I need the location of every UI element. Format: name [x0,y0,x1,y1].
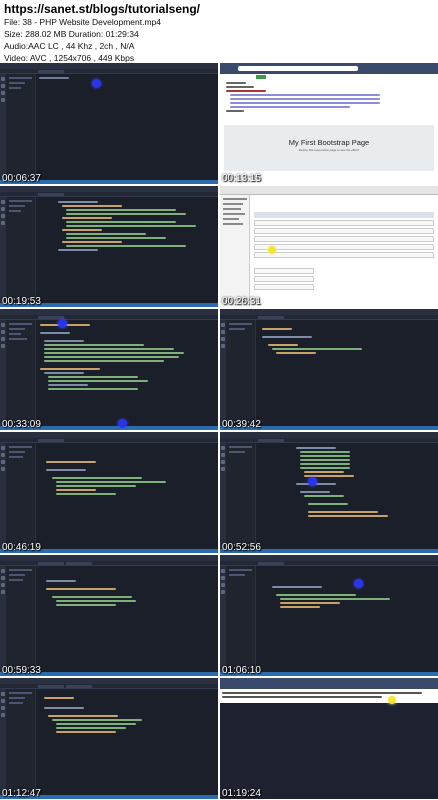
code-editor [36,197,218,303]
thumbnail-12: 01:19:24 [220,678,438,799]
thumbnail-8: 00:52:56 [220,432,438,553]
code-editor [36,74,218,180]
code-editor [36,689,218,795]
timestamp: 00:06:37 [2,173,41,184]
code-editor [256,443,438,549]
source-view [224,79,434,125]
timestamp: 00:39:42 [222,419,261,430]
file-explorer [226,320,256,430]
mouse-cursor-icon [58,319,67,328]
file-explorer [6,566,36,676]
file-explorer [226,443,256,553]
timestamp: 00:59:33 [2,665,41,676]
database-tree [220,195,250,307]
browser-page [220,689,438,703]
code-editor [256,320,438,426]
page-heading: My First Bootstrap Page [288,138,370,147]
timestamp: 01:12:47 [2,788,41,799]
audio-info: Audio:AAC LC , 44 Khz , 2ch , N/A [4,41,135,51]
video-info-header: https://sanet.st/blogs/tutorialseng/ Fil… [0,0,438,63]
thumbnail-3: 00:19:53 [0,186,218,307]
thumbnail-6: 00:39:42 [220,309,438,430]
mouse-cursor-icon [92,79,101,88]
file-name: File: 38 - PHP Website Development.mp4 [4,17,162,27]
bootstrap-jumbotron: My First Bootstrap Page Resize this resp… [224,125,434,171]
thumbnail-4: 00:26:31 [220,186,438,307]
timestamp: 00:26:31 [222,296,261,307]
timestamp: 00:13:15 [222,173,261,184]
code-editor [36,566,218,672]
file-explorer [6,443,36,553]
table-structure-form [254,200,434,303]
file-explorer [6,74,36,184]
timestamp: 00:52:56 [222,542,261,553]
file-explorer [226,566,256,676]
code-editor [256,566,438,672]
address-bar[interactable] [238,66,358,71]
thumbnail-2: My First Bootstrap Page Resize this resp… [220,63,438,184]
timestamp: 01:19:24 [222,788,261,799]
thumbnail-11: 01:12:47 [0,678,218,799]
app-toolbar [220,186,438,195]
thumbnail-5: 00:33:09 [0,309,218,430]
file-explorer [6,197,36,307]
mouse-cursor-icon [388,696,396,704]
file-size-duration: Size: 288.02 MB Duration: 01:29:34 [4,29,139,39]
timestamp: 00:19:53 [2,296,41,307]
thumbnail-9: 00:59:33 [0,555,218,676]
file-explorer [6,320,36,430]
thumbnail-10: 01:06:10 [220,555,438,676]
timestamp: 01:06:10 [222,665,261,676]
mouse-cursor-icon [268,246,276,254]
mouse-cursor-icon [354,579,363,588]
browser-toolbar [220,63,438,74]
thumbnail-1: 00:06:37 [0,63,218,184]
mouse-cursor-icon [308,477,317,486]
thumbnail-grid: 00:06:37 My First Bootstrap Page Resize … [0,63,438,800]
thumbnail-7: 00:46:19 [0,432,218,553]
timestamp: 00:33:09 [2,419,41,430]
mouse-cursor-icon [118,419,127,428]
code-editor [36,320,218,426]
timestamp: 00:46:19 [2,542,41,553]
source-url[interactable]: https://sanet.st/blogs/tutorialseng/ [4,2,434,16]
file-explorer [6,689,36,799]
page-subtext: Resize this responsive page to see the e… [298,148,360,152]
code-editor [36,443,218,549]
